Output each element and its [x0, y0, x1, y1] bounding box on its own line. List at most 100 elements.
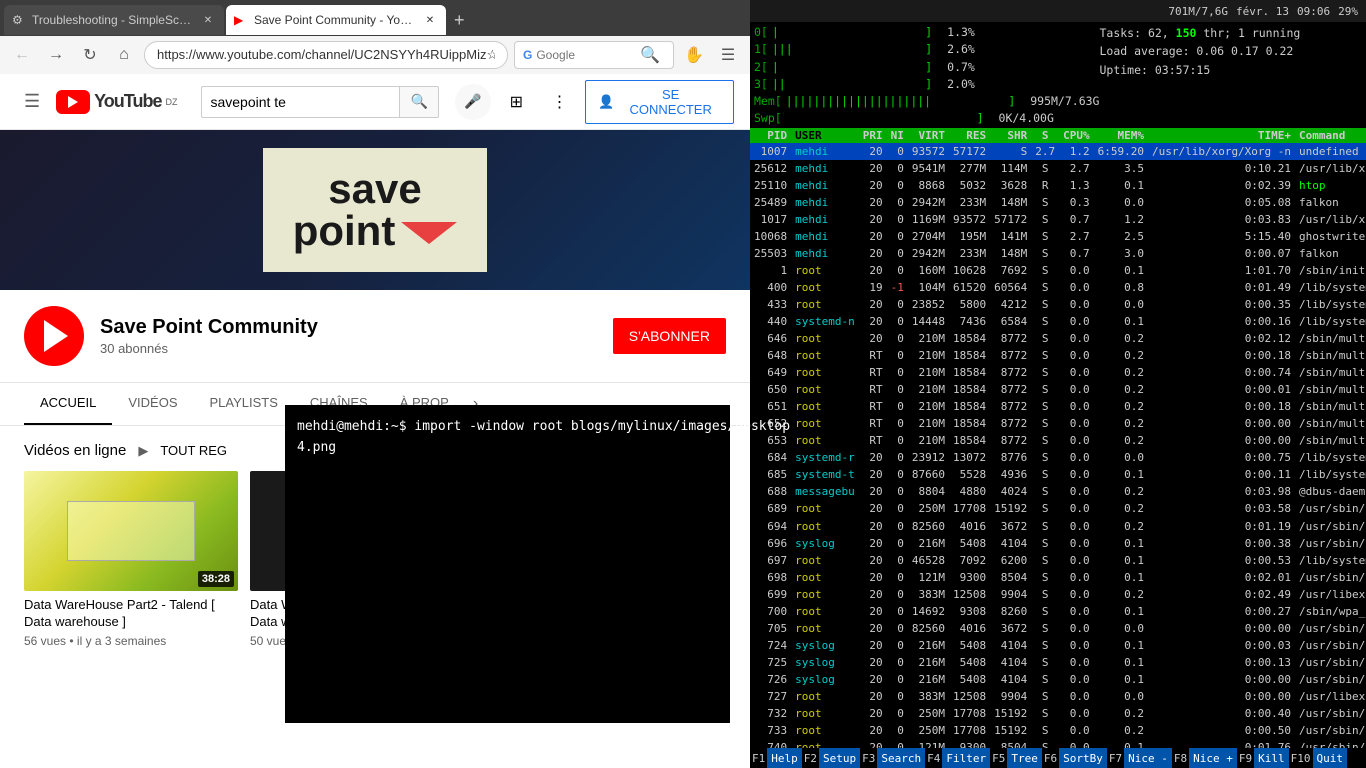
table-row[interactable]: 725 syslog 20 0 216M 5408 4104 S 0.0 0.1…	[750, 654, 1366, 671]
table-row[interactable]: 689 root 20 0 250M 17708 15192 S 0.0 0.2…	[750, 500, 1366, 517]
tab-close-2[interactable]: ✕	[422, 12, 438, 28]
table-row[interactable]: 700 root 20 0 14692 9308 8260 S 0.0 0.1 …	[750, 603, 1366, 620]
fkey-f4[interactable]: F4Filter	[925, 748, 990, 768]
video-thumb-1: 38:28	[24, 471, 238, 591]
col-header-s: S	[1031, 128, 1059, 143]
yt-signin-button[interactable]: 👤 SE CONNECTER	[585, 80, 734, 124]
col-header-user: USER	[791, 128, 859, 143]
table-row[interactable]: 694 root 20 0 82560 4016 3672 S 0.0 0.2 …	[750, 518, 1366, 535]
yt-search-button[interactable]: 🔍	[399, 86, 439, 118]
new-tab-button[interactable]: +	[448, 10, 471, 31]
system-bar: 701M/7,6G févr. 13 09:06 29%	[750, 0, 1366, 22]
yt-logo-icon	[56, 90, 90, 114]
htop-process-rows: 1007 mehdi 20 0 93572 57172 S 2.7 1.2 6:…	[750, 143, 1366, 768]
table-row[interactable]: 724 syslog 20 0 216M 5408 4104 S 0.0 0.1…	[750, 637, 1366, 654]
tab-youtube[interactable]: ▶ Save Point Community - YouTu... ✕	[226, 5, 446, 35]
htop-cpu-bars: 0[| ] 1.3% 1[||| ] 2.6% 2[| ] 0.7% 3[|| …	[754, 24, 1099, 128]
table-row[interactable]: 699 root 20 0 383M 12508 9904 S 0.0 0.2 …	[750, 586, 1366, 603]
search-container: G 🔍	[514, 41, 674, 69]
tab-playlists[interactable]: PLAYLISTS	[193, 383, 293, 425]
subscribe-button[interactable]: S'ABONNER	[613, 318, 726, 354]
table-row[interactable]: 25489 mehdi 20 0 2942M 233M 148M S 0.3 0…	[750, 194, 1366, 211]
yt-logo-text: YouTube	[94, 91, 161, 112]
table-row[interactable]: 646 root 20 0 210M 18584 8772 S 0.0 0.2 …	[750, 330, 1366, 347]
table-row[interactable]: 697 root 20 0 46528 7092 6200 S 0.0 0.1 …	[750, 552, 1366, 569]
video-card-1[interactable]: 38:28 Data WareHouse Part2 - Talend [ Da…	[24, 471, 238, 648]
tab-videos[interactable]: VIDÉOS	[112, 383, 193, 425]
video-duration-1: 38:28	[198, 571, 234, 587]
col-header-ni: NI	[887, 128, 908, 143]
table-row[interactable]: 696 syslog 20 0 216M 5408 4104 S 0.0 0.1…	[750, 535, 1366, 552]
table-row[interactable]: 25612 mehdi 20 0 9541M 277M 114M S 2.7 3…	[750, 160, 1366, 177]
fkey-f3[interactable]: F3Search	[860, 748, 925, 768]
htop-process-table: PID USER PRI NI VIRT RES SHR S CPU% MEM%…	[750, 128, 1366, 768]
table-row[interactable]: 652 root RT 0 210M 18584 8772 S 0.0 0.2 …	[750, 415, 1366, 432]
yt-mic-button[interactable]: 🎤	[455, 84, 490, 120]
tab-title-2: Save Point Community - YouTu...	[254, 13, 416, 27]
table-row[interactable]: 732 root 20 0 250M 17708 15192 S 0.0 0.2…	[750, 705, 1366, 722]
fkey-f2[interactable]: F2Setup	[802, 748, 860, 768]
table-row[interactable]: 685 systemd-t 20 0 87660 5528 4936 S 0.0…	[750, 466, 1366, 483]
tab-troubleshooting[interactable]: ⚙ Troubleshooting - SimpleScree... ✕	[4, 5, 224, 35]
table-row[interactable]: 1017 mehdi 20 0 1169M 93572 57172 S 0.7 …	[750, 211, 1366, 228]
channel-info-bar: Save Point Community 30 abonnés S'ABONNE…	[0, 290, 750, 383]
table-row[interactable]: 25110 mehdi 20 0 8868 5032 3628 R 1.3 0.…	[750, 177, 1366, 194]
tab-accueil[interactable]: ACCUEIL	[24, 383, 112, 425]
yt-search-input[interactable]	[201, 86, 399, 118]
table-row[interactable]: 727 root 20 0 383M 12508 9904 S 0.0 0.0 …	[750, 688, 1366, 705]
fkey-f1[interactable]: F1Help	[750, 748, 802, 768]
cpu0-bar: 0[| ] 1.3%	[754, 24, 1099, 41]
yt-more-button[interactable]: ⋮	[542, 84, 577, 120]
reload-button[interactable]: ↻	[76, 41, 104, 69]
time-display: 09:06	[1297, 5, 1330, 18]
back-button[interactable]: ←	[8, 41, 36, 69]
fkey-f8[interactable]: F8Nice +	[1172, 748, 1237, 768]
yt-apps-button[interactable]: ⊞	[499, 84, 534, 120]
fkey-f5[interactable]: F5Tree	[990, 748, 1042, 768]
col-header-mem: MEM%	[1094, 128, 1148, 143]
col-header-pri: PRI	[859, 128, 887, 143]
channel-logo: save point	[293, 168, 458, 252]
table-row[interactable]: 684 systemd-r 20 0 23912 13072 8776 S 0.…	[750, 449, 1366, 466]
user-icon: 👤	[598, 94, 614, 110]
date-display: févr. 13	[1236, 5, 1289, 18]
table-row[interactable]: 733 root 20 0 250M 17708 15192 S 0.0 0.2…	[750, 722, 1366, 739]
table-row[interactable]: 653 root RT 0 210M 18584 8772 S 0.0 0.2 …	[750, 432, 1366, 449]
stop-hand-button[interactable]: ✋	[680, 41, 708, 69]
table-row[interactable]: 10068 mehdi 20 0 2704M 195M 141M S 2.7 2…	[750, 228, 1366, 245]
table-row[interactable]: 440 systemd-n 20 0 14448 7436 6584 S 0.0…	[750, 313, 1366, 330]
tab-bar: ⚙ Troubleshooting - SimpleScree... ✕ ▶ S…	[0, 0, 750, 36]
col-header-cpu: CPU%	[1059, 128, 1094, 143]
tout-reg-button[interactable]: TOUT REG	[160, 443, 227, 458]
table-row[interactable]: 400 root 19 -1 104M 61520 60564 S 0.0 0.…	[750, 279, 1366, 296]
tab-close-1[interactable]: ✕	[200, 12, 216, 28]
table-row[interactable]: 1 root 20 0 160M 10628 7692 S 0.0 0.1 1:…	[750, 262, 1366, 279]
yt-menu-button[interactable]: ☰	[16, 83, 48, 120]
home-button[interactable]: ⌂	[110, 41, 138, 69]
table-row[interactable]: 688 messagebu 20 0 8804 4880 4024 S 0.0 …	[750, 483, 1366, 500]
terminal-line-1: mehdi@mehdi:~$ import -window root blogs…	[297, 417, 718, 438]
fkey-f10[interactable]: F10Quit	[1289, 748, 1347, 768]
table-row[interactable]: 705 root 20 0 82560 4016 3672 S 0.0 0.0 …	[750, 620, 1366, 637]
play-icon	[44, 320, 68, 352]
table-row[interactable]: 648 root RT 0 210M 18584 8772 S 0.0 0.2 …	[750, 347, 1366, 364]
bookmarks-button[interactable]: ☰	[714, 41, 742, 69]
terminal-line-2: 4.png	[297, 438, 718, 459]
table-row[interactable]: 433 root 20 0 23852 5800 4212 S 0.0 0.0 …	[750, 296, 1366, 313]
table-row[interactable]: 698 root 20 0 121M 9300 8504 S 0.0 0.1 0…	[750, 569, 1366, 586]
table-row[interactable]: 726 syslog 20 0 216M 5408 4104 S 0.0 0.1…	[750, 671, 1366, 688]
fkey-f9[interactable]: F9Kill	[1237, 748, 1289, 768]
table-row[interactable]: 650 root RT 0 210M 18584 8772 S 0.0 0.2 …	[750, 381, 1366, 398]
table-row[interactable]: 651 root RT 0 210M 18584 8772 S 0.0 0.2 …	[750, 398, 1366, 415]
fkey-f6[interactable]: F6SortBy	[1042, 748, 1107, 768]
table-row[interactable]: 649 root RT 0 210M 18584 8772 S 0.0 0.2 …	[750, 364, 1366, 381]
google-logo: G	[523, 48, 532, 62]
play-all-button[interactable]: ▶	[138, 443, 148, 459]
col-header-shr: SHR	[990, 128, 1031, 143]
forward-button[interactable]: →	[42, 41, 70, 69]
browser-search-input[interactable]	[536, 48, 636, 62]
fkey-f7[interactable]: F7Nice -	[1107, 748, 1172, 768]
address-bar[interactable]	[144, 41, 508, 69]
table-row[interactable]: 25503 mehdi 20 0 2942M 233M 148M S 0.7 3…	[750, 245, 1366, 262]
table-row[interactable]: 1007 mehdi 20 0 93572 57172 S 2.7 1.2 6:…	[750, 143, 1366, 160]
